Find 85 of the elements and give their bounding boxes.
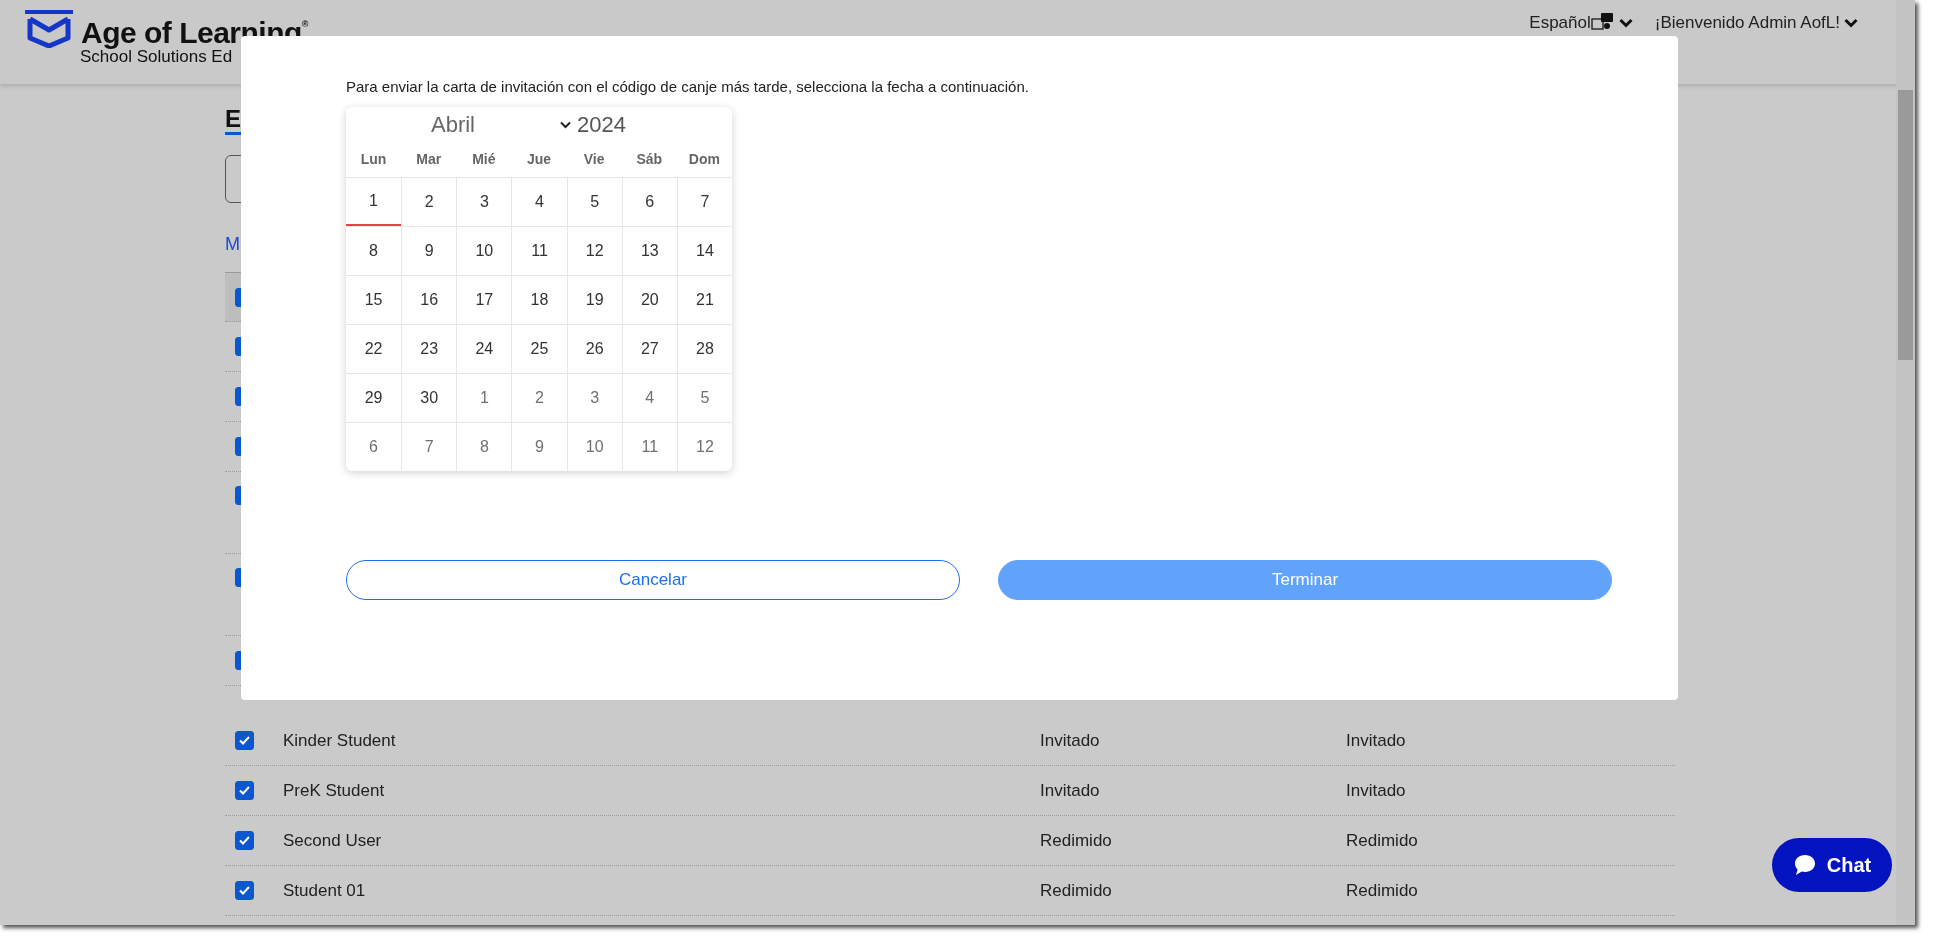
calendar-day[interactable]: 29	[346, 372, 402, 422]
weekday-label: Mié	[471, 150, 497, 169]
weekday-label: Lun	[359, 150, 388, 169]
calendar-day[interactable]: 11	[621, 421, 677, 471]
calendar-day[interactable]: 30	[401, 372, 457, 422]
user-menu[interactable]: ¡Bienvenido Admin AofL!	[1654, 10, 1858, 36]
calendar-day[interactable]: 11	[511, 225, 567, 275]
cancel-button[interactable]: Cancelar	[346, 559, 960, 600]
link[interactable]: M	[225, 231, 240, 259]
checkbox[interactable]	[235, 731, 254, 751]
logo-icon	[25, 10, 73, 48]
checkbox[interactable]	[235, 831, 254, 851]
scrollbar[interactable]	[1896, 0, 1915, 925]
calendar-day[interactable]: 5	[676, 372, 732, 422]
checkbox[interactable]	[235, 781, 254, 801]
weekday-label: Mar	[415, 150, 443, 169]
chevron-icon	[1844, 17, 1858, 28]
month-select[interactable]: Abril	[431, 108, 571, 141]
calendar-day[interactable]: 14	[676, 225, 732, 275]
table-cell-text: Redimido	[1346, 880, 1418, 903]
calendar-day[interactable]: 12	[566, 225, 622, 275]
calendar-day[interactable]: 8	[346, 225, 402, 275]
calendar-day[interactable]: 3	[456, 176, 512, 226]
brand-subtitle: School Solutions Ed	[80, 48, 234, 67]
calendar-day[interactable]: 1	[346, 176, 402, 226]
calendar-day[interactable]: 1	[456, 372, 512, 422]
calendar-day[interactable]: 27	[621, 323, 677, 373]
calendar-day[interactable]: 22	[346, 323, 402, 373]
check-icon	[239, 786, 250, 796]
calendar-day[interactable]: 8	[456, 421, 512, 471]
calendar-day[interactable]: 4	[511, 176, 567, 226]
language-icon	[1590, 12, 1615, 33]
calendar-day[interactable]: 25	[511, 323, 567, 373]
chevron-icon	[1618, 17, 1633, 28]
table-cell-text: Invitado	[1040, 780, 1101, 803]
calendar-day[interactable]: 12	[676, 421, 732, 471]
calendar-day[interactable]: 15	[346, 274, 402, 324]
calendar-day[interactable]: 5	[566, 176, 622, 226]
table-cell-text: Kinder Student	[283, 730, 397, 753]
weekday-label: Jue	[525, 150, 553, 169]
calendar-day[interactable]: 24	[456, 323, 512, 373]
table-cell-text: Redimido	[1346, 830, 1418, 853]
weekday-label: Dom	[687, 150, 721, 169]
calendar-day[interactable]: 4	[621, 372, 677, 422]
calendar-day[interactable]: 9	[511, 421, 567, 471]
calendar-day[interactable]: 17	[456, 274, 512, 324]
calendar-day[interactable]: 16	[401, 274, 457, 324]
calendar-day[interactable]: 9	[401, 225, 457, 275]
calendar-day[interactable]: 6	[621, 176, 677, 226]
table-cell-text: Redimido	[1040, 880, 1113, 903]
calendar-day[interactable]: 18	[511, 274, 567, 324]
weekday-label: Sáb	[635, 150, 664, 169]
check-icon	[239, 736, 250, 746]
calendar-day[interactable]: 28	[676, 323, 732, 373]
table-cell-text: Invitado	[1346, 780, 1406, 803]
chat-icon	[1792, 853, 1817, 877]
table-cell-text: Student 01	[283, 880, 367, 903]
weekday-label: Vie	[582, 150, 606, 169]
table-cell-text: Second User	[283, 830, 383, 853]
calendar-day[interactable]: 2	[511, 372, 567, 422]
calendar-day[interactable]: 6	[346, 421, 402, 471]
table-cell-text: Invitado	[1346, 730, 1406, 753]
calendar-day[interactable]: 7	[676, 176, 732, 226]
calendar-day[interactable]: 26	[566, 323, 622, 373]
calendar-day[interactable]: 23	[401, 323, 457, 373]
table-cell-text: Invitado	[1040, 730, 1101, 753]
year-field[interactable]: 2024	[577, 108, 626, 141]
table-cell-text: PreK Student	[283, 780, 386, 803]
calendar-day[interactable]: 20	[621, 274, 677, 324]
calendar-day[interactable]: 3	[566, 372, 622, 422]
calendar-day[interactable]: 21	[676, 274, 732, 324]
table-cell-text: Redimido	[1040, 830, 1113, 853]
checkbox[interactable]	[235, 881, 254, 901]
calendar-day[interactable]: 19	[566, 274, 622, 324]
calendar-day[interactable]: 2	[401, 176, 457, 226]
check-icon	[239, 836, 250, 846]
calendar-day[interactable]: 10	[456, 225, 512, 275]
language-menu[interactable]: Español	[1529, 10, 1633, 36]
caret-icon	[560, 120, 571, 129]
calendar-day[interactable]: 10	[566, 421, 622, 471]
chat-button[interactable]: Chat	[1772, 838, 1892, 892]
calendar-day[interactable]: 13	[621, 225, 677, 275]
check-icon	[239, 886, 250, 896]
instruction-text: Para enviar la carta de invitación con el código de canje más tarde, selecciona la fecha a continuación.	[346, 77, 1030, 97]
calendar-day[interactable]: 7	[401, 421, 457, 471]
